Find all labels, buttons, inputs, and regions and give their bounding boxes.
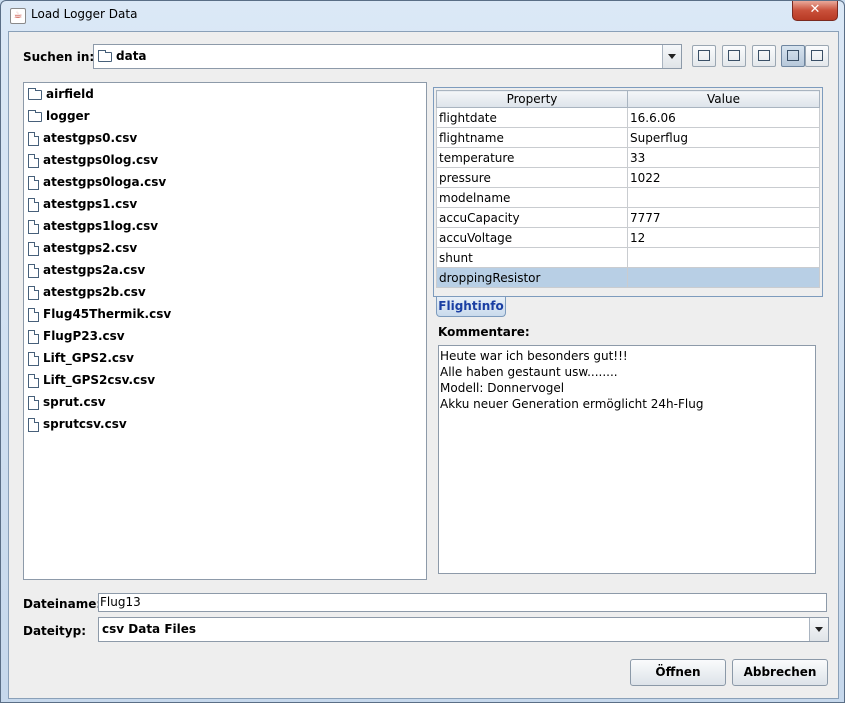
home-button[interactable] [722, 45, 746, 67]
list-item[interactable]: atestgps2a.csv [28, 260, 145, 280]
list-item[interactable]: atestgps0.csv [28, 128, 137, 148]
filename-field[interactable]: Flug13 [98, 593, 827, 612]
filetype-combo[interactable]: csv Data Files [98, 617, 829, 642]
list-item[interactable]: Flug45Thermik.csv [28, 304, 171, 324]
file-icon [28, 351, 39, 366]
file-icon [28, 417, 39, 432]
list-item[interactable]: atestgps1log.csv [28, 216, 158, 236]
filetype-label: Dateityp: [23, 624, 86, 638]
file-icon [28, 153, 39, 168]
list-item[interactable]: Lift_GPS2csv.csv [28, 370, 155, 390]
home-icon [728, 50, 740, 61]
list-item[interactable]: atestgps1.csv [28, 194, 137, 214]
column-header-value[interactable]: Value [627, 90, 820, 108]
file-icon [28, 285, 39, 300]
table-row[interactable]: pressure 1022 [436, 167, 820, 188]
table-row[interactable]: accuVoltage 12 [436, 227, 820, 248]
list-view-icon [787, 50, 799, 61]
file-icon [28, 329, 39, 344]
table-row-selected[interactable]: droppingResistor [436, 267, 820, 288]
flightinfo-panel: Property Value flightdate 16.6.06 flightn… [433, 87, 823, 297]
table-row[interactable]: temperature 33 [436, 147, 820, 168]
comment-line: Modell: Donnervogel [440, 381, 565, 395]
file-list[interactable]: airfield logger atestgps0.csv atestgps0l… [23, 82, 427, 580]
list-item[interactable]: logger [28, 106, 90, 126]
list-view-button[interactable] [781, 45, 805, 67]
file-icon [28, 307, 39, 322]
cancel-button[interactable]: Abbrechen [732, 659, 828, 686]
chevron-down-icon[interactable] [809, 618, 828, 641]
java-icon: ☕ [10, 8, 26, 24]
list-item[interactable]: atestgps2.csv [28, 238, 137, 258]
table-row[interactable]: flightdate 16.6.06 [436, 107, 820, 128]
dialog-content: Suchen in: data airfield logger atestgps… [8, 31, 839, 699]
tab-flightinfo[interactable]: Flightinfo [436, 297, 506, 317]
file-icon [28, 241, 39, 256]
details-view-icon [811, 50, 823, 61]
properties-table[interactable]: Property Value flightdate 16.6.06 flightn… [436, 90, 820, 288]
chevron-down-icon[interactable] [662, 45, 681, 68]
list-item[interactable]: atestgps0loga.csv [28, 172, 166, 192]
lookin-label: Suchen in: [23, 50, 95, 64]
up-folder-icon [698, 50, 710, 61]
list-item[interactable]: atestgps0log.csv [28, 150, 158, 170]
filetype-value: csv Data Files [102, 622, 197, 636]
table-row[interactable]: modelname [436, 187, 820, 208]
list-item[interactable]: FlugP23.csv [28, 326, 125, 346]
column-header-property[interactable]: Property [436, 90, 628, 108]
new-folder-button[interactable] [752, 45, 776, 67]
folder-icon [28, 87, 42, 100]
file-icon [28, 131, 39, 146]
file-icon [28, 175, 39, 190]
file-icon [28, 395, 39, 410]
file-icon [28, 263, 39, 278]
table-row[interactable]: accuCapacity 7777 [436, 207, 820, 228]
folder-icon [28, 109, 42, 122]
list-item[interactable]: Lift_GPS2.csv [28, 348, 134, 368]
lookin-value: data [116, 49, 147, 63]
title-bar[interactable]: ☕ Load Logger Data ✕ [1, 1, 844, 31]
comments-textarea[interactable]: Heute war ich besonders gut!!! Alle habe… [438, 345, 816, 574]
list-item[interactable]: airfield [28, 84, 94, 104]
file-icon [28, 219, 39, 234]
comment-line: Alle haben gestaunt usw........ [440, 365, 618, 379]
comment-line: Akku neuer Generation ermöglicht 24h-Flu… [440, 397, 704, 411]
window-title: Load Logger Data [31, 7, 138, 21]
list-item[interactable]: atestgps2b.csv [28, 282, 146, 302]
table-row[interactable]: shunt [436, 247, 820, 268]
file-icon [28, 197, 39, 212]
file-icon [28, 373, 39, 388]
comments-label: Kommentare: [438, 325, 530, 339]
open-button[interactable]: Öffnen [630, 659, 726, 686]
dialog-window: ☕ Load Logger Data ✕ Suchen in: data air… [0, 0, 845, 703]
table-row[interactable]: flightname Superflug [436, 127, 820, 148]
list-item[interactable]: sprutcsv.csv [28, 414, 127, 434]
comment-line: Heute war ich besonders gut!!! [440, 349, 628, 363]
folder-icon [98, 50, 112, 62]
close-button[interactable]: ✕ [792, 1, 838, 21]
lookin-combo[interactable]: data [93, 44, 682, 69]
details-view-button[interactable] [805, 45, 829, 67]
filename-label: Dateiname: [23, 597, 102, 611]
list-item[interactable]: sprut.csv [28, 392, 106, 412]
up-folder-button[interactable] [692, 45, 716, 67]
new-folder-icon [758, 50, 770, 61]
